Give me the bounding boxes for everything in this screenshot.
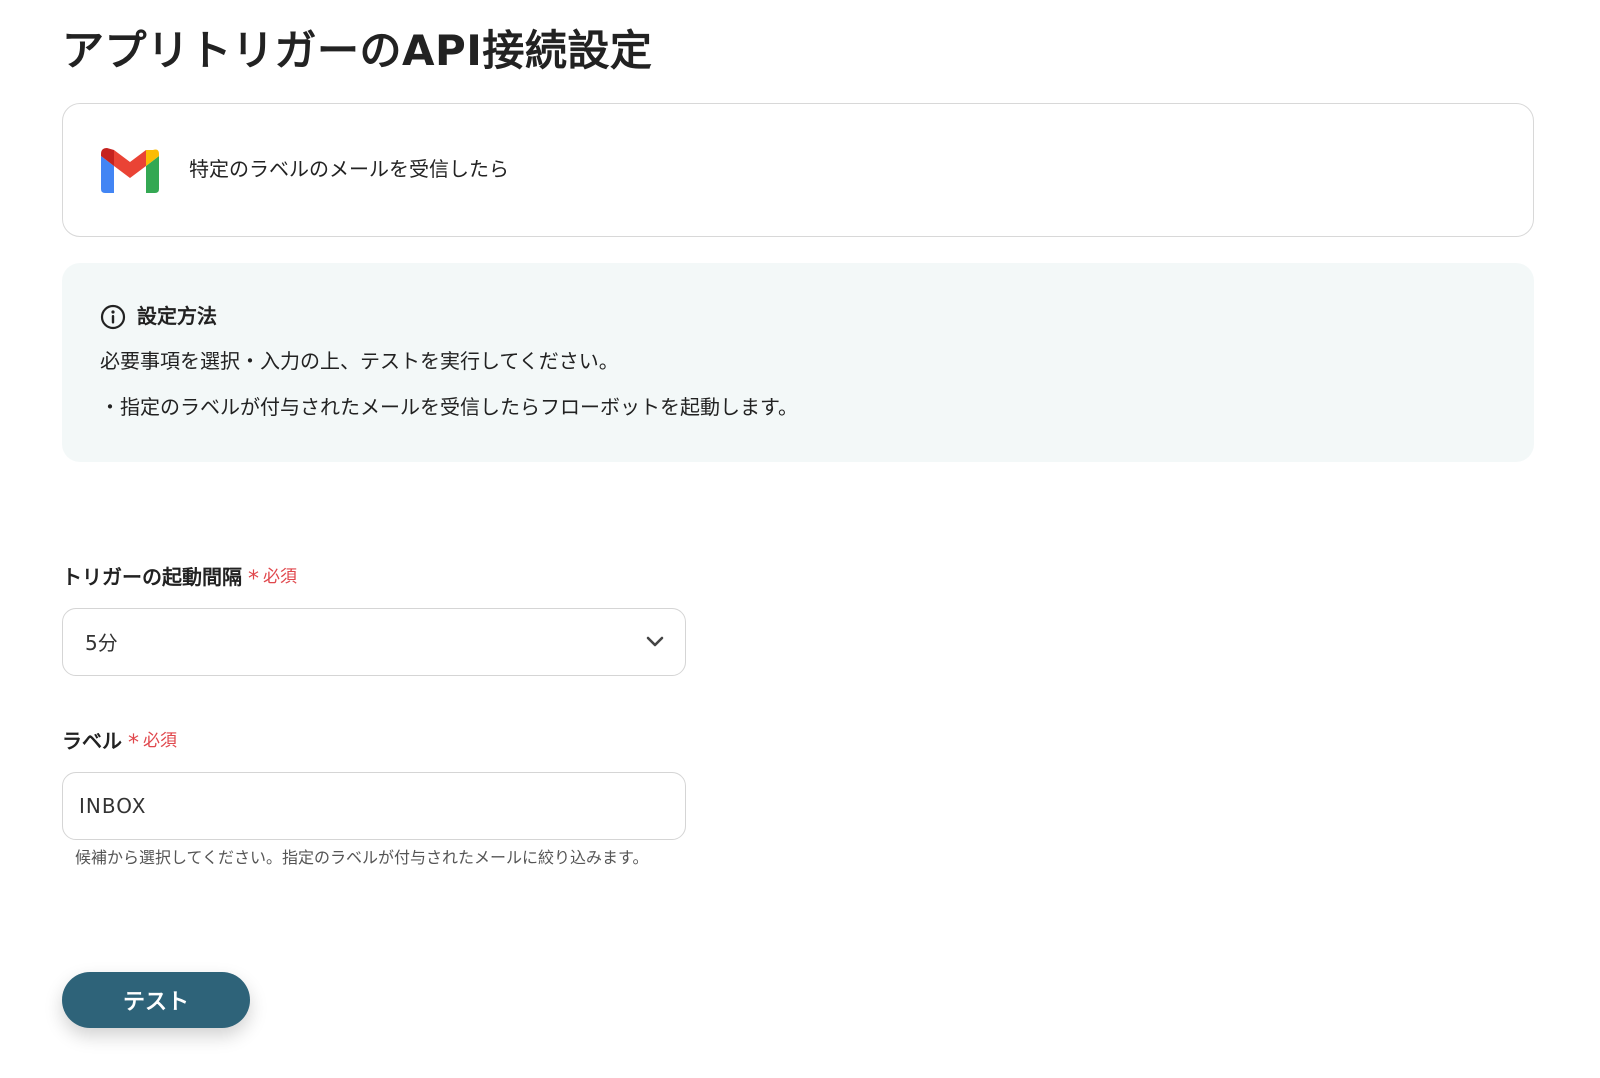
interval-label: トリガーの起動間隔 * 必須	[62, 562, 297, 592]
test-button[interactable]: テスト	[62, 972, 250, 1028]
required-badge: * 必須	[128, 726, 177, 756]
required-text: 必須	[263, 567, 297, 587]
label-input[interactable]	[62, 772, 686, 840]
info-line: ・指定のラベルが付与されたメールを受信したらフローボットを起動します。	[100, 395, 798, 419]
chevron-down-icon	[646, 636, 664, 647]
gmail-icon	[101, 148, 159, 193]
required-star: *	[128, 731, 139, 756]
trigger-title: 特定のラベルのメールを受信したら	[189, 157, 509, 181]
app-trigger-card: 特定のラベルのメールを受信したら	[62, 103, 1534, 237]
required-text: 必須	[143, 731, 177, 751]
interval-select-value: 5分	[85, 631, 118, 655]
label-field-label: ラベル * 必須	[62, 726, 177, 756]
label-field-label-text: ラベル	[62, 729, 122, 753]
info-title: 設定方法	[137, 304, 217, 328]
required-badge: * 必須	[248, 562, 297, 592]
label-help-text: 候補から選択してください。指定のラベルが付与されたメールに絞り込みます。	[75, 848, 649, 867]
interval-select[interactable]: 5分	[62, 608, 686, 676]
info-icon	[100, 304, 126, 330]
info-line: 必要事項を選択・入力の上、テストを実行してください。	[100, 349, 619, 373]
info-panel: 設定方法 必要事項を選択・入力の上、テストを実行してください。 ・指定のラベルが…	[62, 263, 1534, 462]
interval-label-text: トリガーの起動間隔	[62, 565, 242, 589]
required-star: *	[248, 567, 259, 592]
page-title: アプリトリガーのAPI接続設定	[62, 26, 653, 75]
